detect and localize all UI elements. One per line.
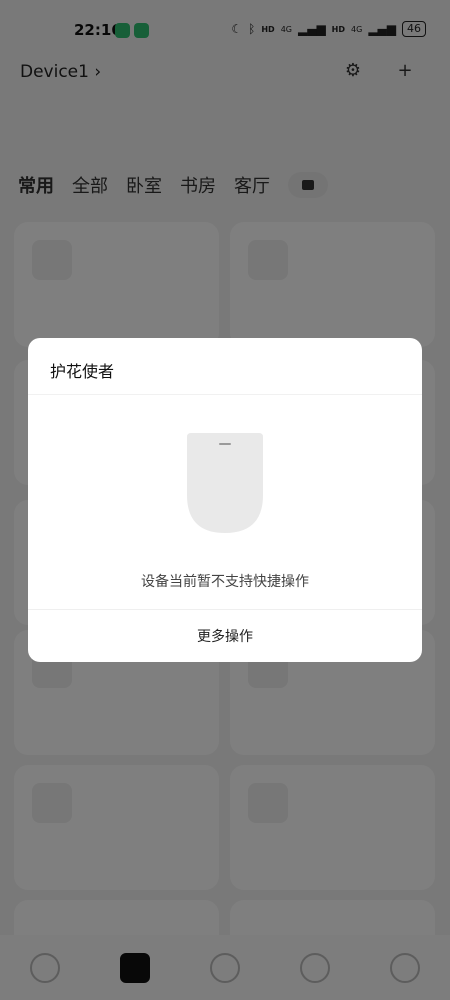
more-actions-button[interactable]: 更多操作 xyxy=(28,610,422,662)
dialog-title: 护花使者 xyxy=(50,362,115,381)
device-image-icon xyxy=(187,433,263,533)
device-dialog: 护花使者 设备当前暂不支持快捷操作 更多操作 xyxy=(28,338,422,662)
dialog-message: 设备当前暂不支持快捷操作 xyxy=(141,574,309,590)
dialog-header-divider xyxy=(28,394,422,395)
